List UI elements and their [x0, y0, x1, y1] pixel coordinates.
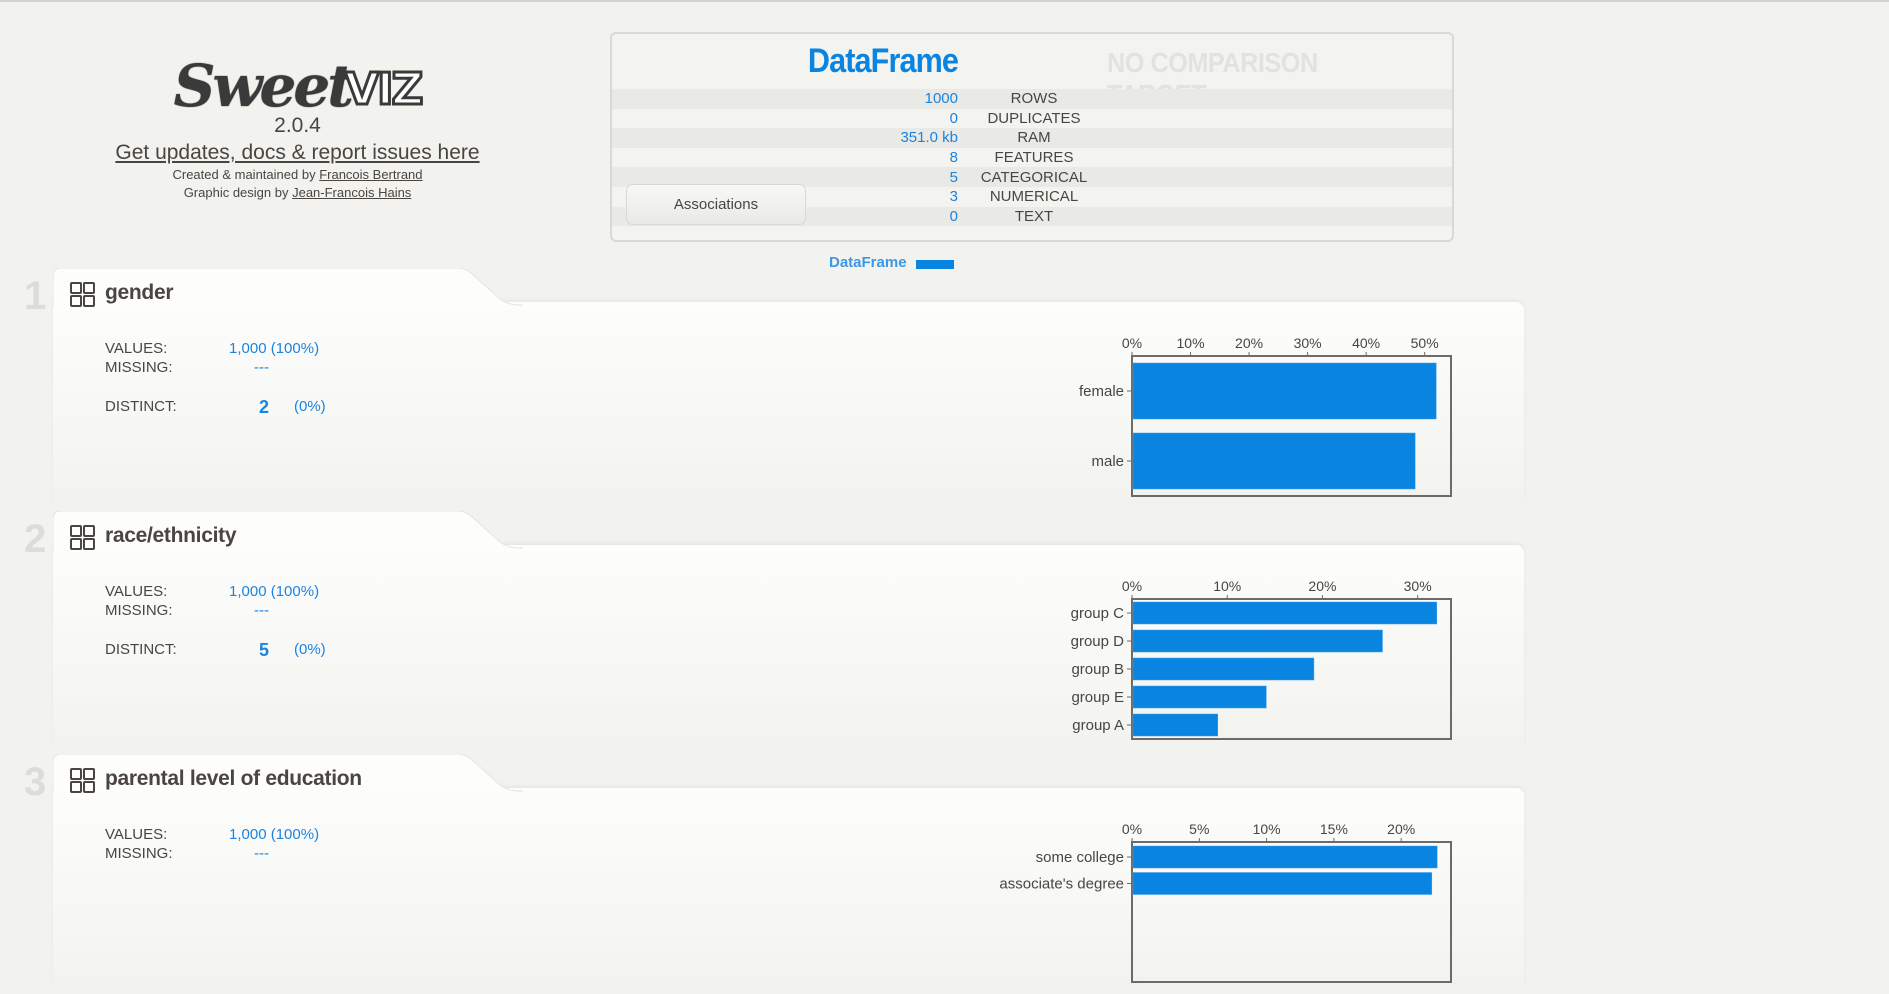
bar — [1132, 685, 1267, 709]
bar — [1132, 845, 1438, 869]
category-label: associate's degree — [999, 876, 1124, 893]
category-label: group B — [1071, 661, 1124, 678]
summary-row-ram: 351.0 kb RAM — [612, 128, 1452, 148]
category-label: group E — [1071, 689, 1124, 706]
summary-label: ROWS — [1010, 90, 1058, 108]
designer-link[interactable]: Jean-Francois Hains — [292, 185, 411, 200]
credit-design-prefix: Graphic design by — [183, 185, 293, 200]
updates-link[interactable]: Get updates, docs & report issues here — [115, 140, 479, 166]
x-tick-label: 5% — [1189, 821, 1209, 837]
category-label: group D — [1071, 633, 1125, 650]
category-label: some college — [1036, 849, 1124, 866]
logo-viz-text: VIZ — [344, 63, 425, 117]
feature-section: 3 parental level of education VALUES: 1,… — [0, 754, 1530, 994]
x-tick-label: 10% — [1213, 578, 1241, 594]
x-tick-label: 30% — [1294, 335, 1322, 351]
bar — [1132, 601, 1438, 625]
bar — [1132, 713, 1218, 737]
summary-label: DUPLICATES — [987, 109, 1081, 127]
summary-label: NUMERICAL — [989, 188, 1079, 206]
x-tick-label: 50% — [1411, 335, 1439, 351]
credit-author-prefix: Created & maintained by — [172, 167, 320, 182]
summary-label: FEATURES — [994, 149, 1074, 167]
x-tick-label: 20% — [1387, 821, 1415, 837]
feature-section: 2 race/ethnicity VALUES: 1,000 (100%) MI… — [0, 511, 1530, 751]
category-label: female — [1079, 383, 1124, 400]
summary-row-rows: 1000 ROWS — [612, 89, 1452, 109]
bar — [1132, 872, 1433, 895]
summary-value: 8 — [949, 149, 958, 167]
category-label: group C — [1071, 605, 1125, 622]
source-dataframe-title: DataFrame — [807, 42, 959, 80]
sweetviz-logo: SweetVIZ — [173, 52, 425, 120]
summary-label: CATEGORICAL — [980, 168, 1088, 186]
x-tick-label: 30% — [1404, 578, 1432, 594]
bar — [1132, 432, 1416, 490]
summary-value: 351.0 kb — [900, 129, 958, 147]
summary-value: 0 — [949, 109, 958, 127]
bar — [1132, 362, 1437, 420]
summary-label: TEXT — [1014, 207, 1054, 225]
category-label: group A — [1072, 717, 1124, 734]
logo-sweet-text: Sweet — [173, 52, 354, 120]
x-tick-label: 0% — [1122, 335, 1142, 351]
x-tick-label: 20% — [1235, 335, 1263, 351]
category-label: male — [1091, 453, 1124, 470]
bar — [1132, 629, 1383, 653]
summary-row-features: 8 FEATURES — [612, 148, 1452, 168]
x-tick-label: 0% — [1122, 821, 1142, 837]
dataset-summary-panel: DataFrame NO COMPARISON TARGET 1000ROWS … — [610, 32, 1454, 242]
credit-line-author: Created & maintained by Francois Bertran… — [100, 166, 495, 184]
x-tick-label: 10% — [1253, 821, 1281, 837]
logo-block: SweetVIZ 2.0.4 Get updates, docs & repor… — [100, 52, 495, 202]
bar — [1132, 657, 1315, 681]
x-tick-label: 40% — [1352, 335, 1380, 351]
summary-value: 1000 — [924, 90, 958, 108]
credit-line-design: Graphic design by Jean-Francois Hains — [100, 184, 495, 202]
x-tick-label: 20% — [1308, 578, 1336, 594]
associations-button[interactable]: Associations — [626, 184, 806, 225]
x-tick-label: 15% — [1320, 821, 1348, 837]
x-tick-label: 10% — [1177, 335, 1205, 351]
x-tick-label: 0% — [1122, 578, 1142, 594]
author-link[interactable]: Francois Bertrand — [319, 167, 422, 182]
summary-label: RAM — [1017, 129, 1051, 147]
summary-row-duplicates: 0 DUPLICATES — [612, 109, 1452, 129]
feature-section: 1 gender VALUES: 1,000 (100%) MISSING: -… — [0, 268, 1530, 508]
